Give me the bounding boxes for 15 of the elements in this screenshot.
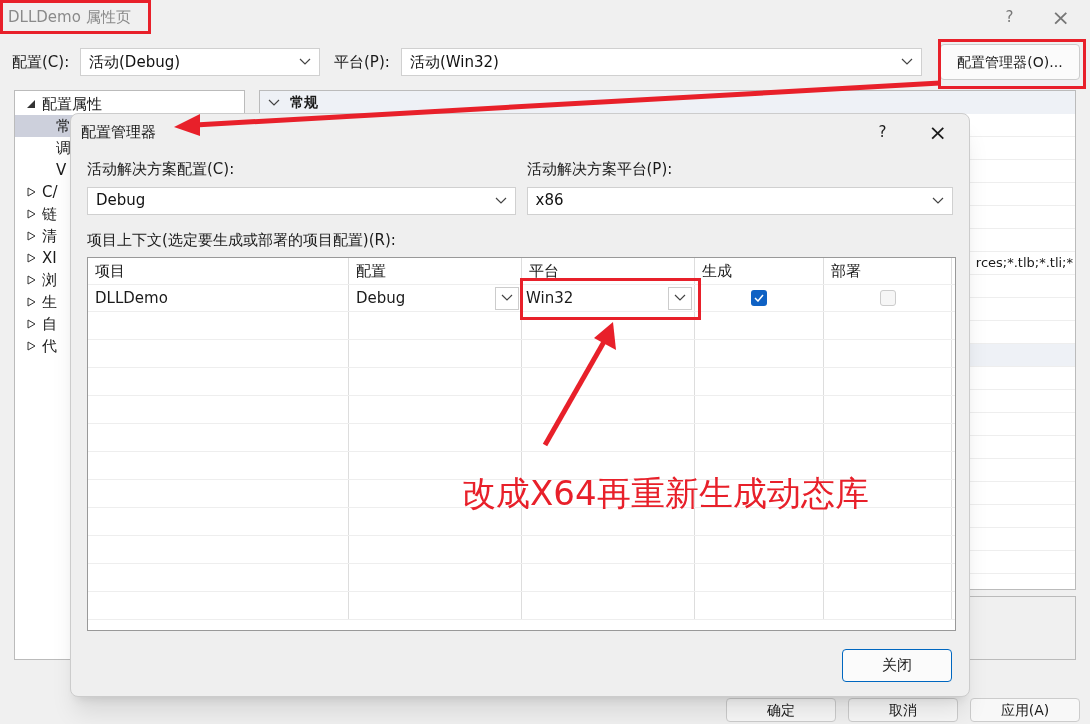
column-header: 生成 [695, 258, 824, 284]
table-cell: DLLDemo [88, 285, 349, 311]
property-value: rces;*.tlb;*.tli;* [975, 254, 1073, 273]
field-label: 活动解决方案平台(P): [526, 159, 674, 180]
section-header: 常规 [290, 93, 318, 112]
column-header: 配置 [349, 258, 522, 284]
dialog-title: 配置管理器 [81, 121, 156, 143]
platform-label: 平台(P): [334, 51, 391, 73]
field-label: 项目上下文(选定要生成或部署的项目配置)(R): [87, 229, 397, 251]
column-header: 部署 [824, 258, 952, 284]
window-title: DLLDemo 属性页 [8, 6, 131, 28]
column-header: 项目 [88, 258, 349, 284]
annotation-text: 改成X64再重新生成动态库 [462, 472, 869, 515]
config-label: 配置(C): [12, 51, 71, 73]
field-label: 活动解决方案配置(C): [87, 159, 236, 180]
